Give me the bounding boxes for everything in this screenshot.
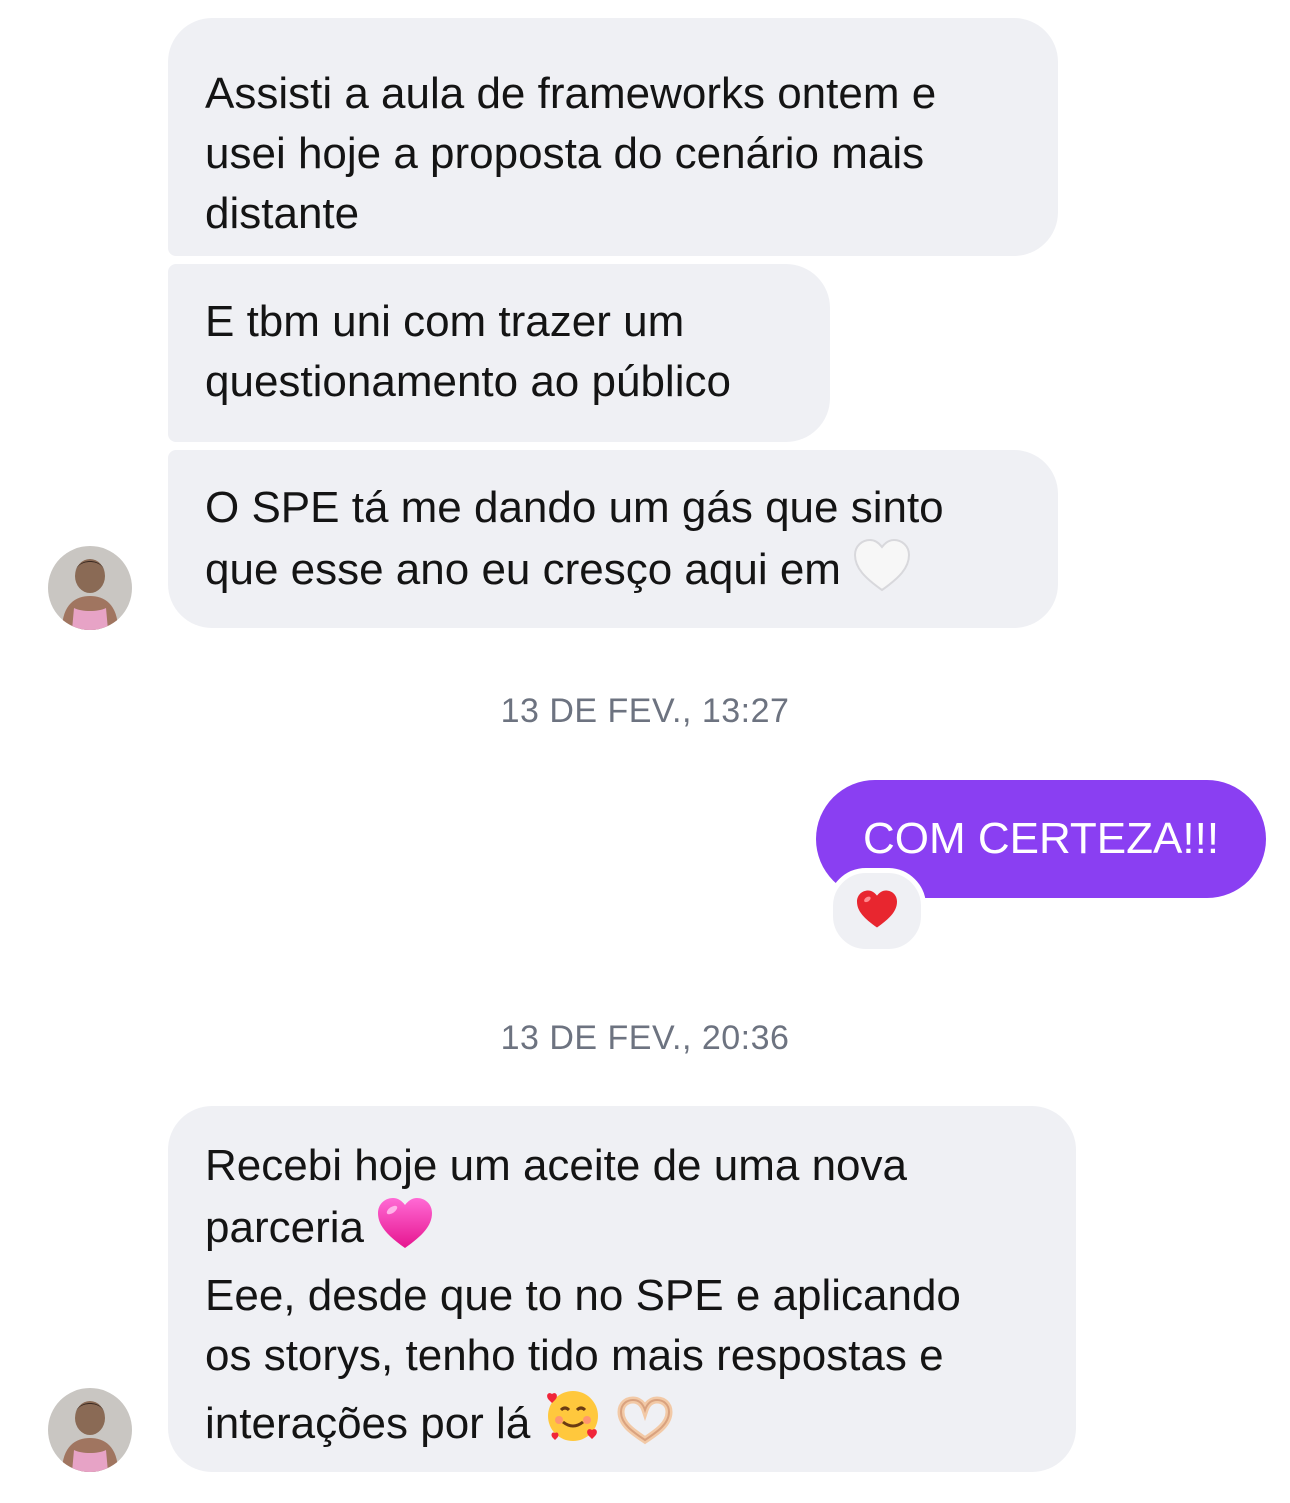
message-line: Eee, desde que to no SPE e aplicando xyxy=(205,1271,961,1320)
message-line: Assisti a aula de frameworks ontem e xyxy=(205,69,937,118)
message-line: Recebi hoje um aceite de uma nova xyxy=(205,1141,907,1190)
smiling-face-with-hearts-icon xyxy=(543,1386,603,1462)
white-heart-icon xyxy=(853,538,911,608)
message-line: interações por lá xyxy=(205,1386,1040,1462)
pink-heart-icon xyxy=(376,1196,434,1266)
incoming-message[interactable]: Recebi hoje um aceite de uma nova parcer… xyxy=(168,1106,1076,1472)
message-text: que esse ano eu cresço aqui em xyxy=(205,545,841,594)
message-text: interações por lá xyxy=(205,1399,531,1448)
message-reaction[interactable] xyxy=(828,868,926,954)
message-text: COM CERTEZA!!! xyxy=(862,814,1220,863)
message-line: parceria xyxy=(205,1196,1040,1266)
incoming-message[interactable]: O SPE tá me dando um gás que sinto que e… xyxy=(168,450,1058,628)
message-line: distante xyxy=(205,189,360,238)
message-line: os storys, tenho tido mais respostas e xyxy=(205,1331,944,1380)
avatar[interactable] xyxy=(48,1388,132,1472)
message-line: que esse ano eu cresço aqui em xyxy=(205,538,1022,608)
timestamp: 13 DE FEV., 13:27 xyxy=(500,692,790,730)
message-line: usei hoje a proposta do cenário mais xyxy=(205,129,925,178)
avatar[interactable] xyxy=(48,546,132,630)
timestamp: 13 DE FEV., 20:36 xyxy=(500,1019,790,1057)
message-line: questionamento ao público xyxy=(205,357,731,406)
message-text: parceria xyxy=(205,1203,364,1252)
heart-hands-icon xyxy=(615,1396,675,1462)
message-line: O SPE tá me dando um gás que sinto xyxy=(205,483,944,532)
incoming-message[interactable]: E tbm uni com trazer um questionamento a… xyxy=(168,264,830,442)
message-line: E tbm uni com trazer um xyxy=(205,297,685,346)
red-heart-icon xyxy=(855,889,899,934)
incoming-message[interactable]: Assisti a aula de frameworks ontem e use… xyxy=(168,18,1058,256)
